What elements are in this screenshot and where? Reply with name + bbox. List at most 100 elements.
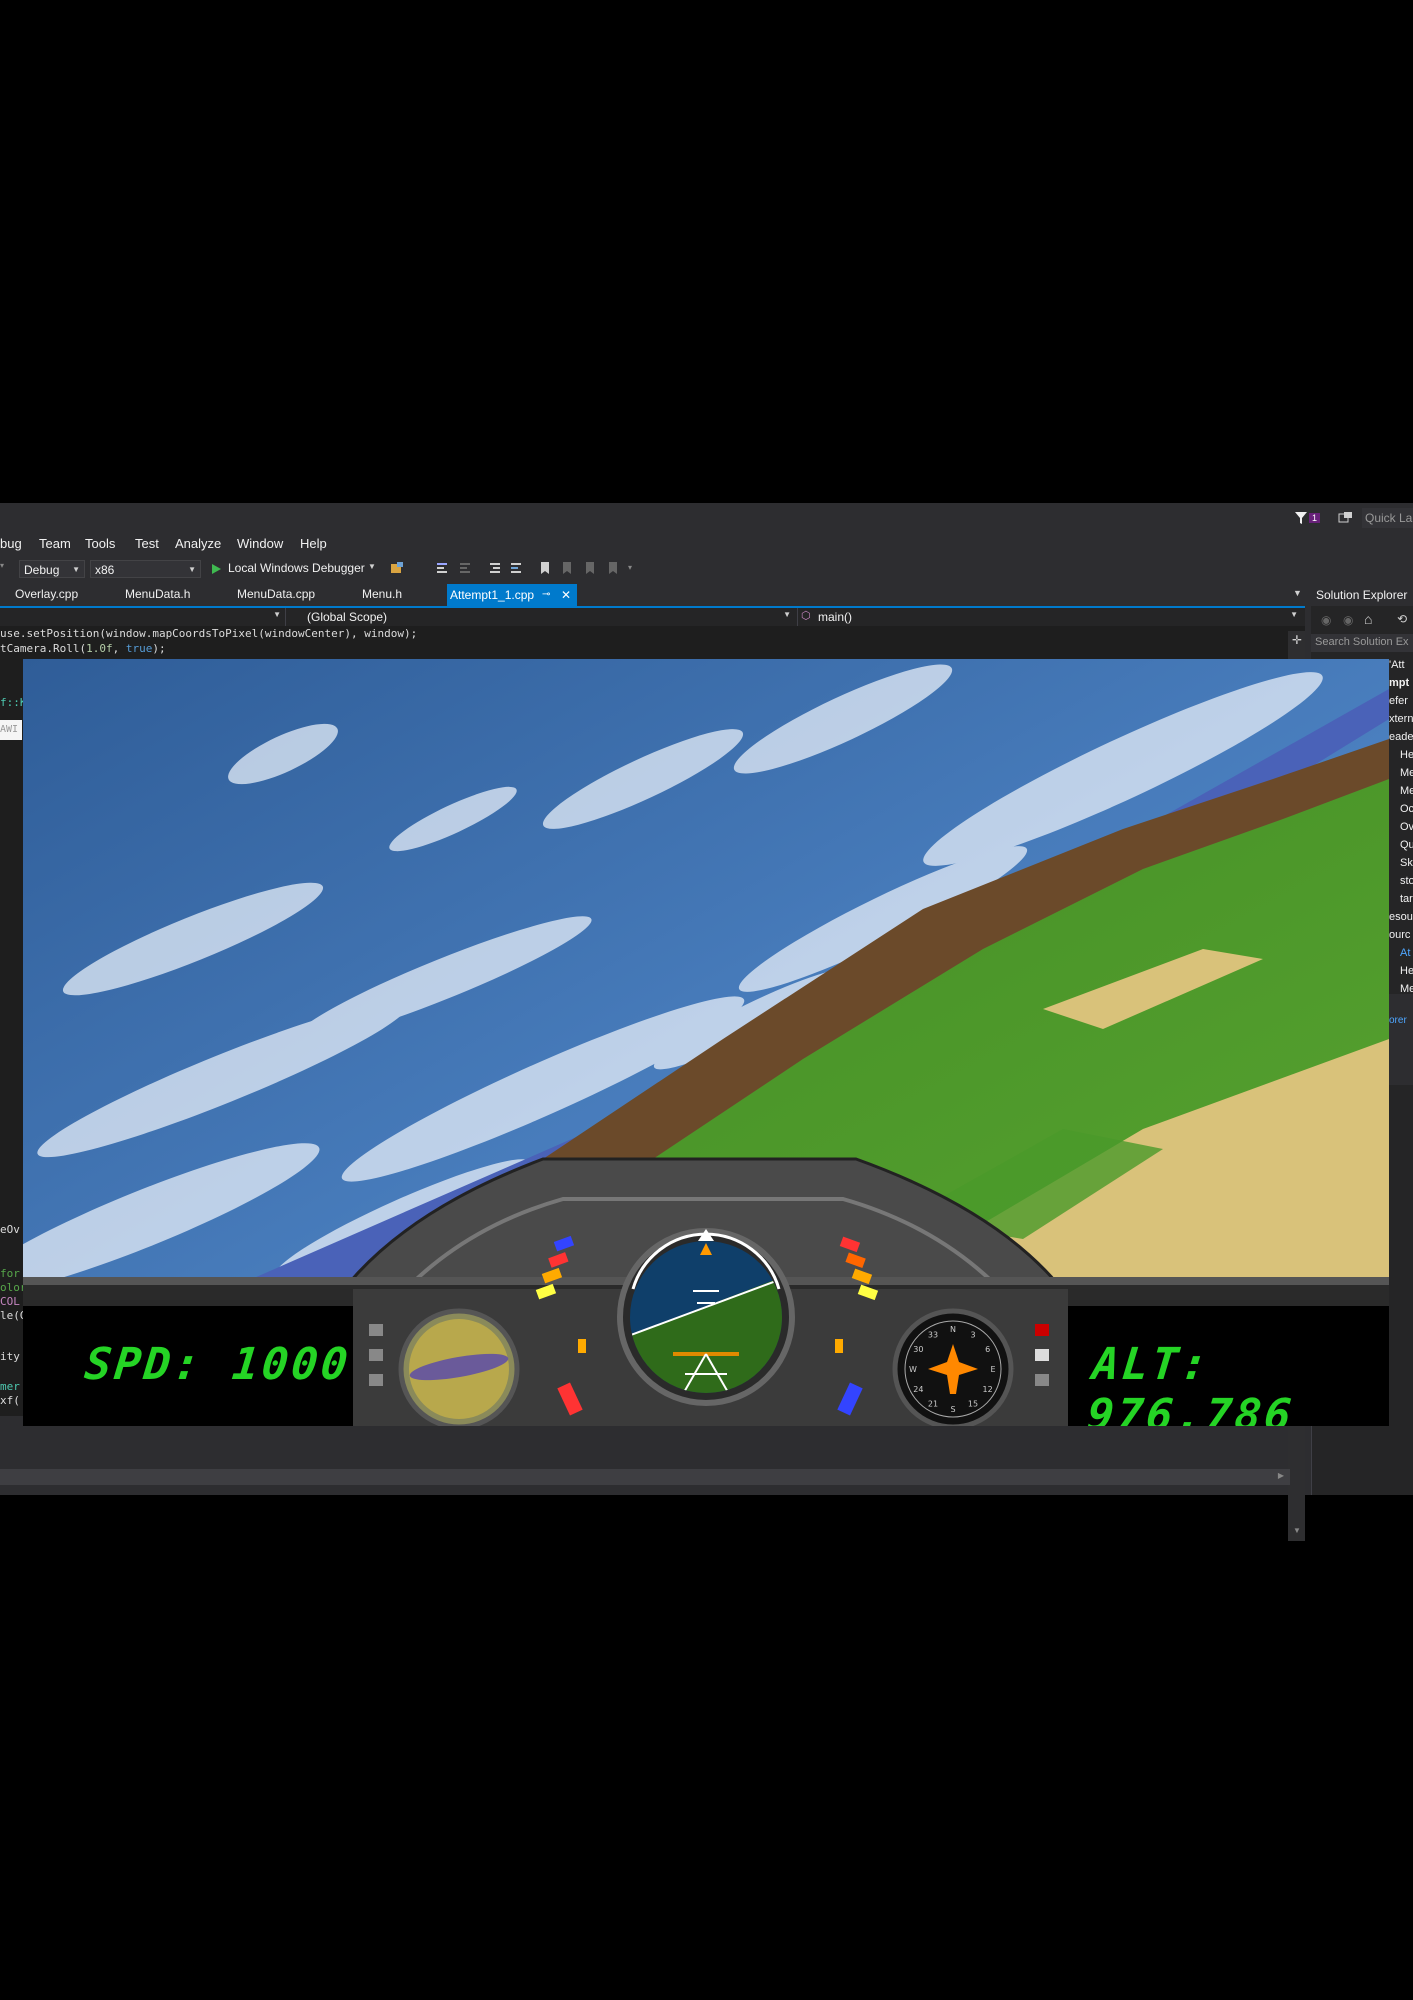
tree-item[interactable]: tar [1389,890,1413,908]
code-fragment: xf( [0,1394,20,1407]
tab-attempt1-1-cpp[interactable]: Attempt1_1.cpp ⊸ ✕ [447,584,577,606]
tab-menudata-h[interactable]: MenuData.h [125,587,190,601]
code-fragment: eOv [0,1223,20,1236]
code-fragment: ity [0,1350,20,1363]
editor-horizontal-scrollbar[interactable]: ▶ [0,1469,1290,1485]
flight-scene: N 3 6 E 12 15 S 21 24 W 30 33 [23,659,1389,1426]
feedback-icon[interactable] [1338,511,1354,525]
next-bookmark-icon[interactable] [583,561,597,575]
code-fragment: COL [0,1295,20,1308]
step-over-icon[interactable] [458,561,472,575]
tree-item[interactable]: Me [1389,980,1413,994]
code-line: tCamera.Roll(1.0f, true); [0,642,166,655]
quick-launch-placeholder: Quick La [1365,511,1413,525]
tree-item[interactable]: At [1389,944,1413,962]
tree-item[interactable]: xtern [1389,710,1413,728]
quick-launch-box[interactable]: Quick La [1362,508,1413,528]
menu-help[interactable]: Help [300,536,327,551]
speed-readout: SPD: 1000 [82,1339,354,1390]
tree-item[interactable]: Me [1389,782,1413,800]
project-dropdown[interactable]: ▼ [0,608,286,626]
title-bar: 1 Quick La [0,503,1413,533]
compass-mark: S [950,1405,955,1414]
menu-team[interactable]: Team [39,536,71,551]
compass-mark: 15 [968,1400,978,1409]
scope-label: (Global Scope) [307,610,388,624]
forward-icon[interactable]: ◉ [1343,613,1353,627]
filter-icon[interactable] [1294,511,1308,525]
outdent-icon[interactable] [488,561,502,575]
tree-item[interactable]: Me [1389,764,1413,782]
menu-window[interactable]: Window [237,536,283,551]
tree-item[interactable]: Qu [1389,836,1413,854]
split-icon[interactable]: ✛ [1292,633,1302,647]
prev-bookmark-icon[interactable] [560,561,574,575]
code-text: tCamera.Roll( [0,642,87,655]
altitude-readout: ALT: 976.786 [1084,1339,1297,1426]
chevron-down-icon: ▼ [368,562,376,571]
notification-badge[interactable]: 1 [1309,513,1321,523]
history-icon[interactable]: ⟲ [1397,612,1407,626]
code-line: use.setPosition(window.mapCoordsToPixel(… [0,627,418,640]
tree-item[interactable]: He [1389,746,1413,764]
menu-debug[interactable]: bug [0,536,22,551]
home-icon[interactable]: ⌂ [1364,611,1372,627]
compass-gauge: N 3 6 E 12 15 S 21 24 W 30 33 [892,1308,1014,1426]
tree-item[interactable]: Sk [1389,854,1413,872]
close-icon[interactable]: ✕ [561,584,571,606]
scroll-down-icon[interactable]: ▼ [1293,1526,1301,1535]
menu-bar: bug Team Tools Test Analyze Window Help [0,533,1300,555]
start-debugging-button[interactable]: Local Windows Debugger ▼ [210,560,380,578]
clear-bookmarks-icon[interactable] [606,561,620,575]
intellisense-popup: AWI [0,720,22,740]
tree-item[interactable]: Ov [1389,818,1413,836]
function-label: main() [818,610,853,624]
compass-mark: W [909,1365,917,1374]
code-keyword: true [125,642,153,655]
toolbar-overflow-icon[interactable]: ▾ [628,563,632,572]
tab-menu-h[interactable]: Menu.h [362,587,402,601]
code-fragment: for [0,1267,20,1280]
scope-dropdown[interactable]: (Global Scope) ▼ [287,608,798,626]
scroll-right-icon[interactable]: ▶ [1278,1471,1284,1480]
config-select[interactable]: Debug ▼ [19,560,85,578]
tab-menudata-cpp[interactable]: MenuData.cpp [237,587,315,601]
find-in-files-icon[interactable] [390,561,404,575]
step-into-icon[interactable] [435,561,449,575]
code-fragment: AWI [0,724,19,735]
menu-test[interactable]: Test [135,536,159,551]
tree-item[interactable]: Oc [1389,800,1413,818]
document-tabs: Overlay.cpp MenuData.h MenuData.cpp Menu… [0,584,1305,608]
compass-mark: 6 [985,1345,990,1354]
tree-item[interactable]: 'Att [1389,656,1413,674]
navigation-bar: ▼ (Global Scope) ▼ ⬡ main() ▼ [0,608,1305,626]
compass-mark: E [990,1365,995,1374]
tab-overlay-cpp[interactable]: Overlay.cpp [15,587,78,601]
solution-search-box[interactable]: Search Solution Ex [1311,634,1413,652]
platform-select[interactable]: x86 ▼ [90,560,201,578]
tree-item[interactable]: sto [1389,872,1413,890]
active-tab-label: Attempt1_1.cpp [450,588,535,602]
compass-mark: 3 [970,1330,975,1339]
dropdown-arrow-icon[interactable]: ▾ [0,561,4,570]
menu-tools[interactable]: Tools [85,536,115,551]
back-icon[interactable]: ◉ [1321,613,1331,627]
compass-mark: 21 [928,1400,938,1409]
tab-list-dropdown-icon[interactable]: ▼ [1293,588,1302,598]
tree-item[interactable]: mpt [1389,674,1413,692]
indent-icon[interactable] [509,561,523,575]
menu-analyze[interactable]: Analyze [175,536,221,551]
compass-mark: 12 [983,1385,993,1394]
bookmark-icon[interactable] [538,561,552,575]
tree-item[interactable]: eade [1389,728,1413,746]
compass-mark: 30 [913,1345,923,1354]
tree-item[interactable]: ourc [1389,926,1413,944]
tree-item[interactable]: efer [1389,692,1413,710]
tree-item[interactable]: esou [1389,908,1413,926]
flight-sim-window[interactable]: N 3 6 E 12 15 S 21 24 W 30 33 SPD: 1000 ALT: 976.78… [23,659,1389,1426]
solution-explorer-footer-link[interactable]: orer [1389,1015,1407,1026]
function-dropdown[interactable]: ⬡ main() ▼ [799,608,1304,626]
compass-mark: N [950,1325,956,1334]
pin-icon[interactable]: ⊸ [542,584,550,606]
tree-item[interactable]: He [1389,962,1413,980]
